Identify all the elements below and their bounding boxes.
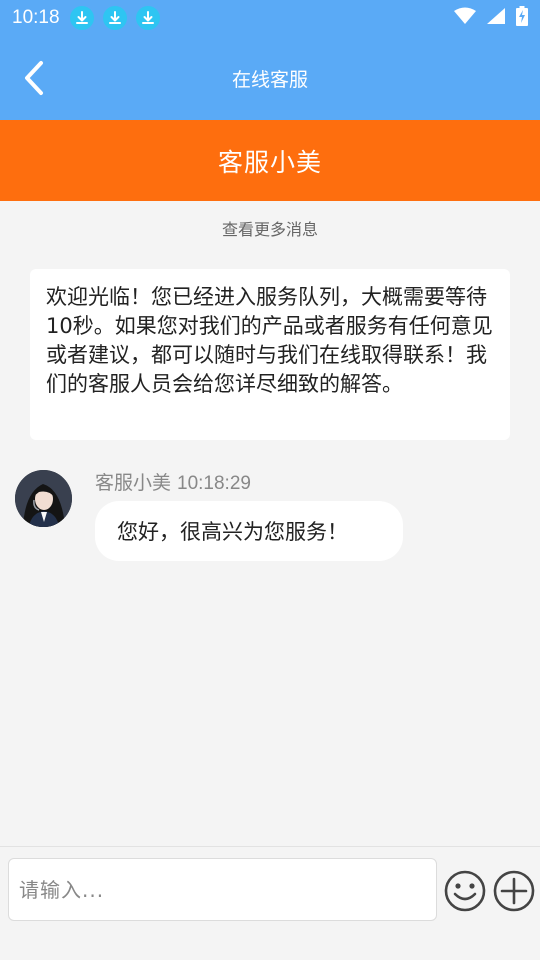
status-time: 10:18: [12, 7, 60, 28]
download-icon: [69, 6, 94, 30]
status-indicators: [454, 6, 528, 30]
battery-charging-icon: [516, 6, 528, 30]
page-title: 在线客服: [231, 68, 308, 91]
chevron-left-icon: [25, 61, 43, 95]
more-actions-button[interactable]: [492, 869, 536, 913]
message-time: 10:18:29: [177, 473, 251, 494]
message-bubble[interactable]: 您好，很高兴为您服务！: [95, 501, 403, 561]
agent-name: 客服小美: [217, 147, 322, 177]
signal-icon: [486, 7, 506, 29]
emoji-button[interactable]: [443, 869, 487, 913]
agent-avatar[interactable]: [15, 470, 72, 527]
smiley-icon: [444, 870, 486, 912]
download-icon: [135, 6, 160, 30]
app-header: 在线客服: [0, 36, 540, 120]
download-icon: [102, 6, 127, 30]
input-bar: [0, 846, 540, 960]
wifi-icon: [454, 7, 476, 29]
avatar-image: [15, 470, 72, 527]
back-button[interactable]: [18, 58, 50, 98]
load-more-link[interactable]: 查看更多消息: [0, 216, 540, 240]
plus-circle-icon: [493, 870, 535, 912]
message-input[interactable]: [8, 858, 437, 921]
message-text: 您好，很高兴为您服务！: [117, 520, 348, 544]
welcome-message-card: 欢迎光临！您已经进入服务队列，大概需要等待10秒。如果您对我们的产品或者服务有任…: [30, 269, 510, 440]
message-sender: 客服小美: [95, 473, 172, 494]
message-meta: 客服小美 10:18:29: [95, 468, 257, 495]
agent-bar: 客服小美: [0, 120, 540, 201]
welcome-message-text: 欢迎光临！您已经进入服务队列，大概需要等待10秒。如果您对我们的产品或者服务有任…: [46, 285, 493, 396]
status-bar: 10:18: [0, 0, 540, 36]
